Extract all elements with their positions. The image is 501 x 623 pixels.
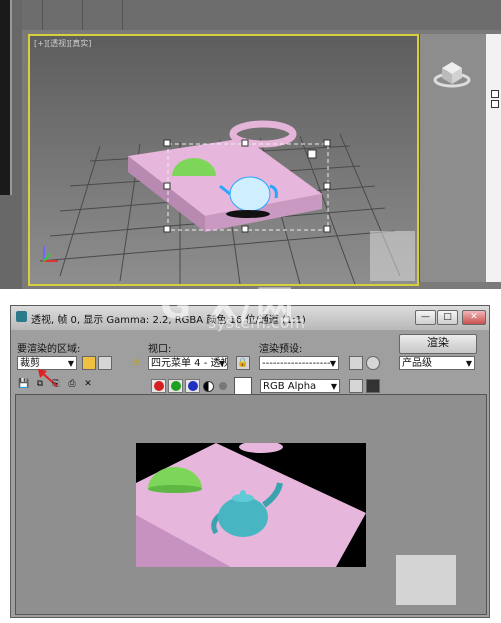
render-preset-value: -------------------- bbox=[262, 358, 335, 369]
render-preset-dropdown[interactable]: -------------------- ▼ bbox=[259, 356, 339, 370]
channel-dropdown[interactable]: RGB Alpha ▼ bbox=[260, 379, 340, 393]
blue-channel-toggle[interactable] bbox=[185, 379, 200, 393]
channel-value: RGB Alpha bbox=[263, 381, 317, 392]
checkbox[interactable] bbox=[491, 100, 499, 108]
rendered-scene bbox=[136, 443, 366, 567]
viewport-scene bbox=[39, 120, 415, 284]
active-viewport[interactable]: [+][透视][真实] bbox=[28, 34, 419, 286]
green-channel-toggle[interactable] bbox=[168, 379, 183, 393]
quality-value: 产品级 bbox=[402, 358, 432, 369]
viewport-dropdown[interactable]: 四元菜单 4 - 透视 ▼ bbox=[148, 356, 228, 370]
quality-dropdown[interactable]: 产品级 ▼ bbox=[399, 356, 475, 370]
watermark-text: system.com bbox=[208, 313, 306, 332]
chevron-down-icon: ▼ bbox=[67, 359, 74, 368]
red-channel-toggle[interactable] bbox=[151, 379, 166, 393]
clear-icon[interactable]: ✕ bbox=[81, 378, 95, 392]
warning-icon: ⚠ bbox=[132, 357, 141, 368]
monochrome-icon[interactable] bbox=[219, 382, 227, 390]
render-preset-label: 渲染预设: bbox=[259, 344, 303, 355]
blue-channel-icon bbox=[188, 381, 198, 391]
top-viewport-strip bbox=[22, 0, 501, 30]
left-dark-panel bbox=[0, 0, 12, 195]
copy-icon[interactable]: ⧉ bbox=[33, 378, 47, 392]
command-panel-edge bbox=[486, 34, 501, 282]
minimize-button[interactable]: — bbox=[415, 310, 436, 325]
rendered-image bbox=[136, 443, 366, 567]
edit-region-icon[interactable] bbox=[82, 356, 96, 370]
app-icon bbox=[16, 311, 27, 322]
green-channel-icon bbox=[171, 381, 181, 391]
viewport-select-label: 视口: bbox=[148, 344, 172, 355]
chevron-down-icon: ▼ bbox=[465, 359, 472, 368]
chevron-down-icon: ▼ bbox=[329, 359, 336, 368]
red-channel-icon bbox=[154, 381, 164, 391]
display-toggle-icon[interactable] bbox=[366, 379, 380, 393]
environment-icon[interactable] bbox=[366, 356, 380, 370]
chevron-down-icon: ▼ bbox=[330, 382, 337, 391]
checkbox[interactable] bbox=[491, 90, 499, 98]
lock-icon[interactable]: 🔒 bbox=[236, 356, 250, 370]
blurred-region bbox=[396, 555, 456, 605]
render-frame-window: 透视, 帧 0, 显示 Gamma: 2.2, RGBA 颜色 16 位/通道 … bbox=[10, 305, 490, 618]
clone-icon[interactable]: ⎘ bbox=[49, 378, 63, 392]
auto-region-icon[interactable] bbox=[98, 356, 112, 370]
maximize-button[interactable]: □ bbox=[437, 310, 458, 325]
viewcube-panel bbox=[419, 34, 486, 282]
chevron-down-icon: ▼ bbox=[218, 359, 225, 368]
render-button[interactable]: 渲染 bbox=[399, 334, 477, 354]
viewport-dropdown-value: 四元菜单 4 - 透视 bbox=[151, 358, 228, 369]
render-frame-area bbox=[15, 394, 487, 615]
print-icon[interactable]: ⎙ bbox=[65, 378, 79, 392]
alpha-channel-icon[interactable] bbox=[203, 381, 214, 392]
close-button[interactable]: ✕ bbox=[462, 310, 486, 325]
save-icon[interactable]: 💾 bbox=[17, 378, 31, 392]
area-to-render-label: 要渲染的区域: bbox=[17, 344, 81, 355]
display-toggle-icon[interactable] bbox=[349, 379, 363, 393]
viewcube-icon[interactable] bbox=[432, 54, 472, 90]
color-swatch[interactable] bbox=[234, 377, 252, 395]
render-setup-icon[interactable] bbox=[349, 356, 363, 370]
perspective-viewport-panel: [+][透视][真实] bbox=[0, 0, 501, 289]
